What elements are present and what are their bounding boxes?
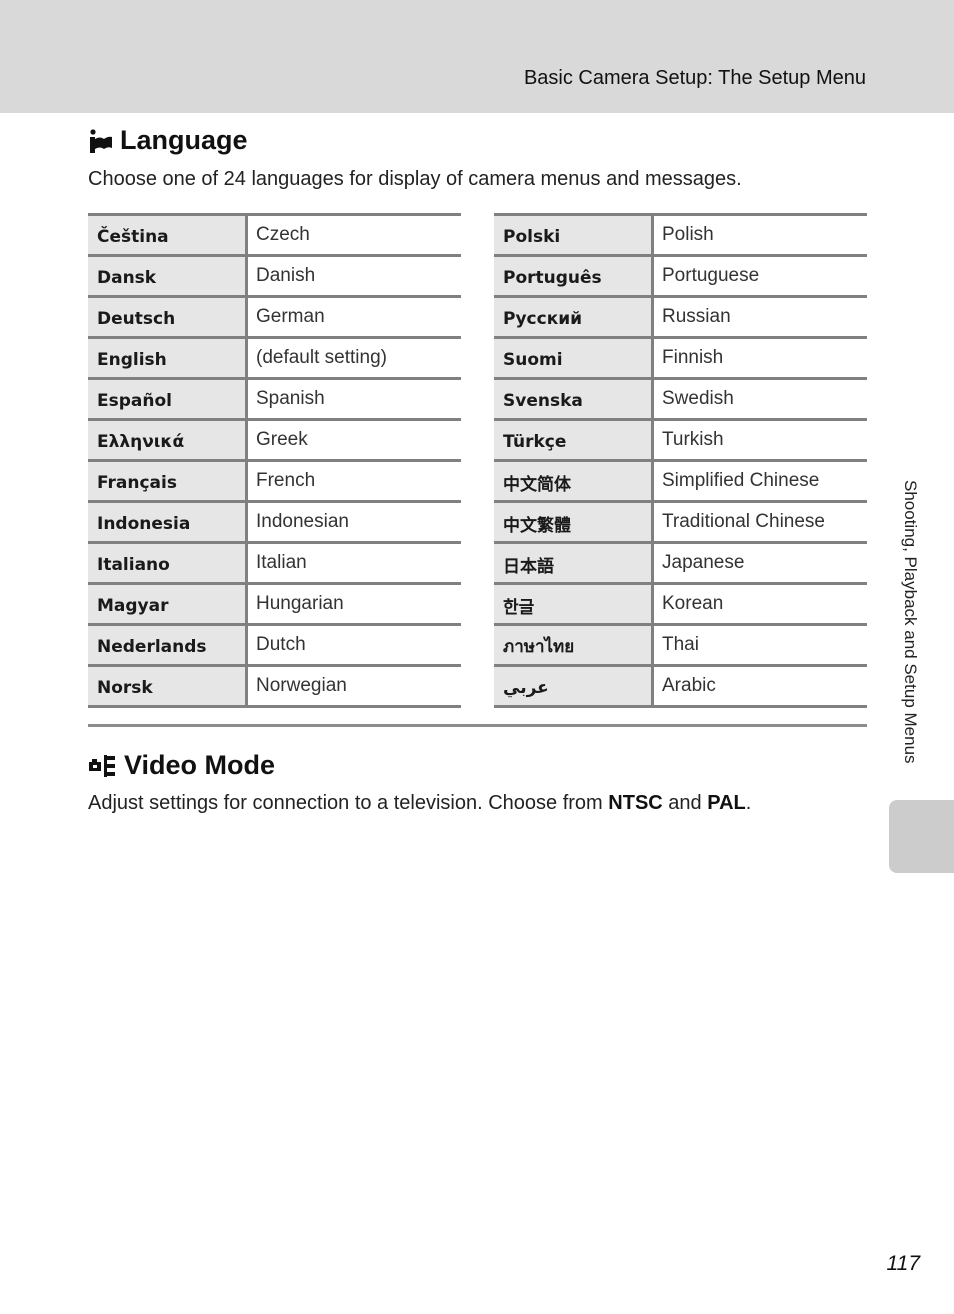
video-mode-icon [88,753,118,779]
language-native-name: 中文简体 [494,460,654,503]
language-row: Indonesia Indonesian [88,501,461,544]
language-english-name: Finnish [652,337,867,380]
language-english-name: Polish [652,214,867,257]
language-native-name: Norsk [88,665,248,708]
side-tab-label: Shooting, Playback and Setup Menus [901,480,920,764]
language-english-name: Arabic [652,665,867,708]
language-row: Čeština Czech [88,214,461,257]
language-row: ภาษาไทย Thai [494,624,867,667]
language-native-name: English [88,337,248,380]
language-row: Magyar Hungarian [88,583,461,626]
language-english-name: French [246,460,461,503]
running-header-title: Basic Camera Setup: The Setup Menu [523,67,866,89]
language-row: 中文简体 Simplified Chinese [494,460,867,503]
language-english-name: Danish [246,255,461,298]
language-english-name: Russian [652,296,867,339]
language-native-name: Italiano [88,542,248,585]
language-native-name: Deutsch [88,296,248,339]
language-icon [88,128,114,154]
language-native-name: ภาษาไทย [494,624,654,667]
language-native-name: Ελληνικά [88,419,248,462]
language-row: English (default setting) [88,337,461,380]
language-row: Português Portuguese [494,255,867,298]
language-native-name: Svenska [494,378,654,421]
language-english-name: Indonesian [246,501,461,544]
language-english-name: Simplified Chinese [652,460,867,503]
language-row: Español Spanish [88,378,461,421]
language-table-right: Polski Polish Português Portuguese Русский Ru… [494,213,867,708]
language-row: Français French [88,460,461,503]
language-row: 한글 Korean [494,583,867,626]
language-row: Dansk Danish [88,255,461,298]
language-heading: Language [120,125,248,155]
language-native-name: Español [88,378,248,421]
language-row: Italiano Italian [88,542,461,585]
language-native-name: 中文繁體 [494,501,654,544]
language-native-name: Čeština [88,214,248,257]
language-native-name: Türkçe [494,419,654,462]
language-row: 中文繁體 Traditional Chinese [494,501,867,544]
video-desc-mid: and [662,792,708,814]
language-english-name: Czech [246,214,461,257]
video-desc-suffix: . [745,792,752,814]
language-english-name: Swedish [652,378,867,421]
video-mode-description: Adjust settings for connection to a tele… [88,792,751,815]
language-description: Choose one of 24 languages for display o… [88,168,742,190]
language-row: Svenska Swedish [494,378,867,421]
language-english-name: (default setting) [246,337,461,380]
ntsc-option: NTSC [608,792,663,814]
language-english-name: Italian [246,542,461,585]
language-row: Nederlands Dutch [88,624,461,667]
side-tab [889,800,954,873]
language-native-name: Français [88,460,248,503]
video-mode-heading: Video Mode [124,750,276,780]
language-row: Deutsch German [88,296,461,339]
language-native-name: Magyar [88,583,248,626]
language-native-name: 한글 [494,583,654,626]
language-table-left: Čeština Czech Dansk Danish Deutsch German Engl… [88,213,461,708]
language-section-title: Language [88,125,248,156]
language-row: 日本語 Japanese [494,542,867,585]
language-row: Türkçe Turkish [494,419,867,462]
language-english-name: Traditional Chinese [652,501,867,544]
language-native-name: Indonesia [88,501,248,544]
language-native-name: عربي [494,665,654,708]
language-english-name: Norwegian [246,665,461,708]
language-english-name: Korean [652,583,867,626]
language-english-name: Portuguese [652,255,867,298]
language-english-name: Dutch [246,624,461,667]
section-divider [88,724,867,727]
language-english-name: Greek [246,419,461,462]
language-row: Русский Russian [494,296,867,339]
language-row: Ελληνικά Greek [88,419,461,462]
language-row: Polski Polish [494,214,867,257]
language-english-name: Spanish [246,378,461,421]
video-desc-prefix: Adjust settings for connection to a tele… [88,792,609,814]
language-native-name: Nederlands [88,624,248,667]
language-english-name: Japanese [652,542,867,585]
language-english-name: Turkish [652,419,867,462]
language-native-name: Русский [494,296,654,339]
language-native-name: Português [494,255,654,298]
language-row: Suomi Finnish [494,337,867,380]
language-english-name: German [246,296,461,339]
language-native-name: Dansk [88,255,248,298]
language-native-name: Suomi [494,337,654,380]
language-native-name: Polski [494,214,654,257]
language-english-name: Thai [652,624,867,667]
header-band: Basic Camera Setup: The Setup Menu [0,0,954,113]
language-row: Norsk Norwegian [88,665,461,708]
video-mode-section-title: Video Mode [88,750,275,781]
page-number: 117 [886,1252,920,1275]
language-row: عربي Arabic [494,665,867,708]
pal-option: PAL [707,792,746,814]
language-english-name: Hungarian [246,583,461,626]
language-native-name: 日本語 [494,542,654,585]
